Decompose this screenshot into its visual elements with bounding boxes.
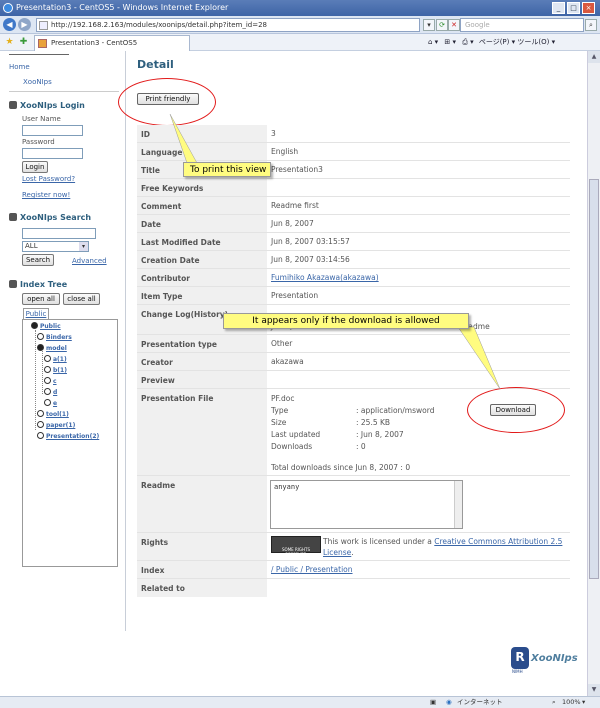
- tab-favicon-icon: [38, 39, 47, 48]
- add-favorite-icon[interactable]: ✚: [18, 37, 29, 48]
- print-callout-arrow: [169, 113, 198, 164]
- zoom-level[interactable]: 100%: [562, 697, 581, 708]
- favorites-star-icon[interactable]: ★: [4, 37, 15, 48]
- window-title-bar: Presentation3 - CentOS5 - Windows Intern…: [0, 0, 600, 16]
- window-title: Presentation3 - CentOS5 - Windows Intern…: [16, 3, 229, 12]
- command-tools: ⌂ ▾ ⊞ ▾ ⎙ ▾ ページ(P) ▾ ツール(O) ▾: [428, 37, 555, 48]
- zone-text: インターネット: [457, 698, 503, 706]
- scroll-down-icon[interactable]: ▼: [588, 684, 600, 696]
- scroll-up-icon[interactable]: ▲: [588, 51, 600, 63]
- ie-logo-icon: [3, 3, 13, 13]
- zoom-icon[interactable]: ⌕: [552, 697, 556, 708]
- print-callout: To print this view: [183, 162, 271, 177]
- page-menu[interactable]: ページ(P): [479, 38, 510, 46]
- command-bar: ★ ✚ Presentation3 - CentOS5 ⌂ ▾ ⊞ ▾ ⎙ ▾ …: [0, 34, 600, 51]
- search-icon[interactable]: ⌕: [585, 19, 597, 31]
- home-icon[interactable]: ⌂ ▾: [428, 38, 438, 46]
- maximize-icon[interactable]: □: [567, 2, 580, 14]
- close-icon[interactable]: ×: [582, 2, 595, 14]
- tools-menu[interactable]: ツール(O): [517, 38, 549, 46]
- forward-icon[interactable]: ▶: [18, 18, 31, 31]
- page-icon: [39, 21, 48, 30]
- download-callout-arrow: [457, 326, 501, 390]
- zoom-dropdown-icon[interactable]: ▾: [582, 697, 585, 708]
- browser-tab[interactable]: Presentation3 - CentOS5: [34, 35, 190, 51]
- dropdown-icon[interactable]: ▾: [423, 19, 435, 31]
- minimize-icon[interactable]: _: [552, 2, 565, 14]
- status-bar: ▣ ◉ インターネット ⌕ 100% ▾: [0, 696, 600, 708]
- annotation-arrows: [169, 113, 501, 390]
- refresh-icon[interactable]: ⟳: [436, 19, 448, 31]
- globe-icon: ◉: [446, 698, 452, 706]
- back-icon[interactable]: ◀: [3, 18, 16, 31]
- tools-menu-arrow-icon: ▾: [549, 38, 556, 46]
- search-input[interactable]: Google: [460, 18, 584, 32]
- download-callout: It appears only if the download is allow…: [223, 313, 469, 329]
- feeds-icon[interactable]: ⊞ ▾: [444, 38, 456, 46]
- print-icon[interactable]: ⎙ ▾: [462, 38, 473, 46]
- protected-mode-icon: ▣: [430, 698, 437, 706]
- stop-icon[interactable]: ✕: [448, 19, 460, 31]
- scroll-thumb[interactable]: [589, 179, 599, 579]
- url-input[interactable]: http://192.168.2.163/modules/xoonips/det…: [36, 18, 420, 32]
- address-bar: ◀ ▶ http://192.168.2.163/modules/xoonips…: [0, 16, 600, 34]
- web-page: Home XooNIps XooNIps Login User Name Pas…: [0, 51, 587, 696]
- page-scrollbar[interactable]: ▲ ▼: [587, 51, 600, 696]
